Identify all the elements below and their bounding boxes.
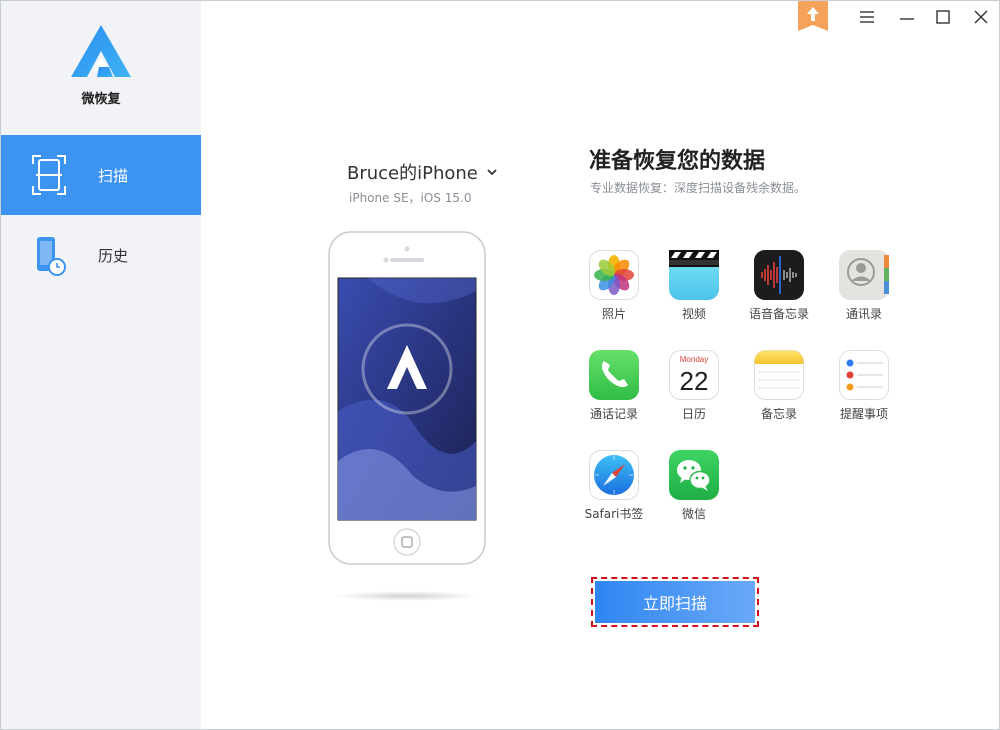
category-label: 提醒事项 [839, 407, 888, 421]
phone-illustration [328, 231, 486, 565]
category-notes[interactable]: 备忘录 [734, 350, 824, 422]
category-label: 日历 [681, 407, 706, 421]
contacts-icon [839, 250, 889, 300]
sidebar-item-history[interactable]: 历史 [1, 215, 201, 295]
category-photos[interactable]: 照片 [569, 250, 659, 322]
phone-shadow [334, 591, 480, 601]
category-wechat[interactable]: 微信 [649, 450, 739, 522]
sidebar-item-label: 历史 [98, 246, 129, 265]
history-icon [37, 237, 66, 276]
category-label: 照片 [601, 307, 626, 321]
calendar-weekday: Monday [680, 355, 708, 364]
maximize-icon[interactable] [933, 7, 953, 27]
minimize-icon[interactable] [897, 7, 917, 27]
calendar-day: 22 [680, 366, 709, 396]
app-name: 微恢复 [81, 92, 121, 107]
scan-button-highlight: 立即扫描 [591, 577, 759, 627]
photos-icon [589, 250, 639, 300]
category-label: 视频 [681, 307, 706, 321]
reminders-icon [839, 350, 889, 400]
phone-icon [589, 350, 639, 400]
scan-icon [32, 155, 66, 195]
app-window: 微恢复 扫描 历史 Bruce的iPhone iPhone SE，iOS 15.… [0, 0, 1000, 730]
device-selector[interactable]: Bruce的iPhone [347, 159, 498, 185]
category-calendar[interactable]: Monday 22 日历 [649, 350, 739, 422]
category-videos[interactable]: 视频 [649, 250, 739, 322]
category-label: 备忘录 [760, 407, 797, 421]
category-voice-memos[interactable]: 语音备忘录 [734, 250, 824, 322]
category-label: 微信 [681, 507, 706, 521]
app-logo-icon [71, 25, 131, 77]
menu-icon[interactable] [857, 7, 877, 27]
category-label: 通话记录 [589, 407, 638, 421]
page-title: 准备恢复您的数据 [589, 149, 766, 174]
category-label: 语音备忘录 [748, 307, 809, 321]
category-reminders[interactable]: 提醒事项 [819, 350, 909, 422]
safari-icon [589, 450, 639, 500]
notes-icon [754, 350, 804, 400]
sidebar-item-scan[interactable]: 扫描 [1, 135, 201, 215]
category-call-log[interactable]: 通话记录 [569, 350, 659, 422]
category-contacts[interactable]: 通讯录 [819, 250, 909, 322]
scan-now-button[interactable]: 立即扫描 [595, 581, 755, 623]
category-label: Safari书签 [584, 507, 644, 521]
sidebar: 微恢复 扫描 历史 [1, 1, 201, 729]
calendar-icon: Monday 22 [669, 350, 719, 400]
upgrade-icon[interactable] [798, 1, 828, 31]
voice-memos-icon [754, 250, 804, 300]
videos-icon [669, 250, 719, 300]
category-label: 通讯录 [845, 307, 882, 321]
sidebar-item-label: 扫描 [98, 166, 129, 185]
device-name: Bruce的iPhone [347, 163, 478, 184]
wechat-icon [669, 450, 719, 500]
category-safari-bookmarks[interactable]: Safari书签 [569, 450, 659, 522]
device-model: iPhone SE，iOS 15.0 [349, 191, 472, 205]
chevron-down-icon [487, 169, 497, 176]
page-subtitle: 专业数据恢复：深度扫描设备残余数据。 [590, 181, 807, 195]
close-icon[interactable] [971, 7, 991, 27]
